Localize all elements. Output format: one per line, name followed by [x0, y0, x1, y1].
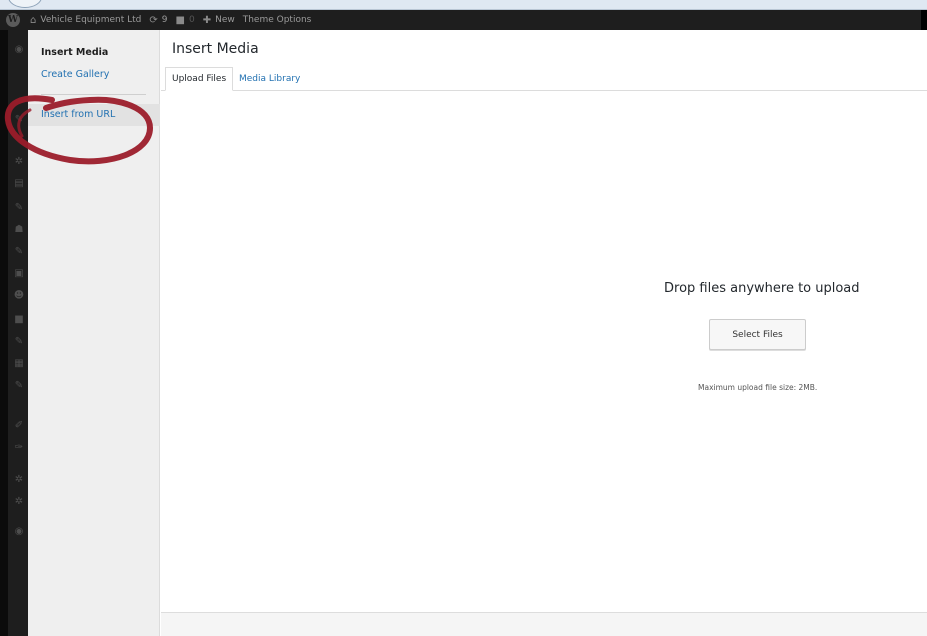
home-icon: ⌂ [30, 14, 37, 26]
menu-insert-from-url[interactable]: Insert from URL [41, 109, 115, 120]
admin-bar: W ⌂ Vehicle Equipment Ltd ⟳ 9 ■ 0 ✚ New … [0, 10, 927, 30]
pin-icon[interactable]: ✎ [13, 246, 25, 258]
comment-icon: ■ [175, 14, 185, 26]
comments-count: 0 [188, 15, 195, 25]
drop-instructions: Drop files anywhere to upload [664, 281, 860, 296]
modal-title: Insert Media [172, 41, 259, 57]
media-router-menu: Insert Media Create Gallery Insert from … [28, 30, 160, 636]
plus-icon: ✚ [202, 14, 212, 26]
user-icon[interactable]: ☻ [13, 290, 25, 302]
pin-icon[interactable]: ✎ [13, 380, 25, 392]
pin-icon[interactable]: ✎ [13, 202, 25, 214]
tab-upload-files[interactable]: Upload Files [165, 67, 233, 91]
site-name-label: Vehicle Equipment Ltd [40, 15, 142, 25]
document-icon[interactable]: ▦ [13, 358, 25, 370]
wordpress-logo-icon[interactable]: W [6, 13, 20, 27]
gear-icon[interactable]: ✲ [13, 474, 25, 486]
form-icon[interactable]: ▣ [13, 268, 25, 280]
modal-toolbar [161, 612, 927, 636]
gear-icon[interactable]: ✲ [13, 156, 25, 168]
menu-create-gallery[interactable]: Create Gallery [41, 69, 109, 80]
menu-separator [41, 94, 146, 95]
updates-count: 9 [161, 15, 168, 25]
browser-chrome-strip [0, 0, 927, 10]
comments-link[interactable]: ■ 0 [176, 15, 195, 26]
menu-insert-media[interactable]: Insert Media [41, 47, 108, 58]
dashboard-icon[interactable]: ◉ [13, 44, 25, 56]
new-content-link[interactable]: ✚ New [203, 15, 235, 26]
collapse-menu-icon[interactable]: ◉ [13, 526, 25, 538]
comment-icon[interactable]: ■ [13, 314, 25, 326]
new-label: New [215, 15, 235, 25]
select-files-button[interactable]: Select Files [709, 319, 806, 350]
browser-back-button[interactable] [8, 0, 42, 8]
max-upload-size: Maximum upload file size: 2MB. [698, 383, 818, 392]
updates-link[interactable]: ⟳ 9 [149, 15, 167, 26]
gear-icon[interactable]: ✲ [13, 496, 25, 508]
site-name-link[interactable]: ⌂ Vehicle Equipment Ltd [30, 15, 141, 26]
theme-options-link[interactable]: Theme Options [243, 15, 312, 25]
wrench-icon[interactable]: ✑ [13, 442, 25, 454]
theme-options-label: Theme Options [242, 15, 312, 25]
brush-icon[interactable]: ✐ [13, 420, 25, 432]
pages-icon[interactable]: ▤ [13, 178, 25, 190]
admin-menu-edge [0, 30, 8, 636]
pin-icon[interactable]: ✎ [13, 114, 25, 126]
tab-media-library[interactable]: Media Library [233, 67, 306, 91]
pin-icon[interactable]: ✎ [13, 336, 25, 348]
people-icon[interactable]: ☗ [13, 224, 25, 236]
admin-bar-edge [921, 10, 927, 30]
refresh-icon: ⟳ [149, 14, 158, 26]
